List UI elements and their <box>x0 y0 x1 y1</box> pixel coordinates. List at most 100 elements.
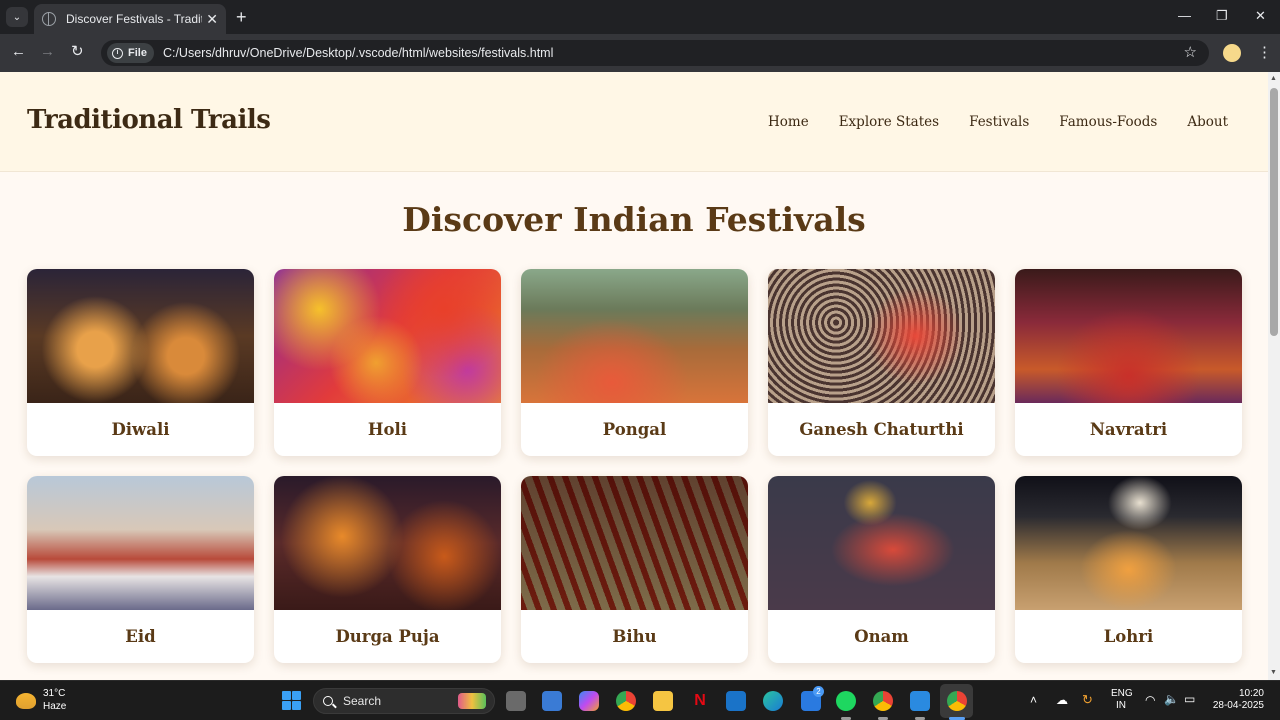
festival-image-lohri <box>1015 476 1242 610</box>
scrollbar-thumb[interactable] <box>1270 88 1278 336</box>
nav-famous-foods[interactable]: Famous-Foods <box>1059 114 1157 130</box>
festival-image-eid <box>27 476 254 610</box>
globe-icon <box>42 12 56 26</box>
page-title: Discover Indian Festivals <box>402 200 866 239</box>
reload-icon[interactable]: ↻ <box>71 43 84 61</box>
taskbar-search-label: Search <box>343 694 382 708</box>
spotify-icon[interactable] <box>836 691 856 711</box>
festival-name: Durga Puja <box>335 627 440 646</box>
festival-card-lohri[interactable]: Lohri <box>1015 476 1242 663</box>
copilot-icon[interactable] <box>579 691 599 711</box>
festival-name: Lohri <box>1103 627 1154 646</box>
browser-tab-bar: ⌄ Discover Festivals - Traditional Trail… <box>0 0 1280 34</box>
chevron-up-icon[interactable]: ˄ <box>1030 693 1037 707</box>
address-bar[interactable]: i File C:/Users/dhruv/OneDrive/Desktop/.… <box>101 40 1209 66</box>
back-arrow-icon[interactable]: ← <box>11 43 26 61</box>
festival-grid: Diwali Holi Pongal Ganesh Chaturthi Navr… <box>27 269 1242 663</box>
maximize-window-icon[interactable]: ❐ <box>1216 8 1228 24</box>
close-tab-icon[interactable]: ✕ <box>206 11 218 28</box>
festival-name: Pongal <box>602 420 667 439</box>
festival-image-navratri <box>1015 269 1242 403</box>
festival-image-onam <box>768 476 995 610</box>
tab-title: Discover Festivals - Traditional Trails <box>66 12 202 26</box>
festival-card-onam[interactable]: Onam <box>768 476 995 663</box>
festival-card-eid[interactable]: Eid <box>27 476 254 663</box>
festival-image-bihu <box>521 476 748 610</box>
task-view-icon[interactable] <box>506 691 526 711</box>
site-header: Traditional Trails Home Explore States F… <box>0 72 1268 172</box>
festival-image-diwali <box>27 269 254 403</box>
minimize-window-icon[interactable]: — <box>1178 8 1191 23</box>
edge-icon[interactable] <box>763 691 783 711</box>
nav-explore-states[interactable]: Explore States <box>839 114 939 130</box>
festival-card-ganesh-chaturthi[interactable]: Ganesh Chaturthi <box>768 269 995 456</box>
site-logo[interactable]: Traditional Trails <box>27 105 271 135</box>
browser-tab-active[interactable]: Discover Festivals - Traditional Trails … <box>34 4 226 34</box>
festival-name: Navratri <box>1089 420 1168 439</box>
chrome-icon[interactable] <box>947 691 967 711</box>
festival-image-pongal <box>521 269 748 403</box>
forward-arrow-icon[interactable]: → <box>40 43 55 61</box>
windows-taskbar: 31°C Haze Search N 2 ˄ ☁ ↻ ENG IN ◠ 🔈 ▭ … <box>0 680 1280 720</box>
clock[interactable]: 10:20 28-04-2025 <box>1212 688 1264 712</box>
notification-badge: 2 <box>813 686 824 697</box>
weather-temperature: 31°C <box>43 688 66 699</box>
festival-name: Ganesh Chaturthi <box>799 420 964 439</box>
festival-image-holi <box>274 269 501 403</box>
sync-icon[interactable]: ↻ <box>1082 692 1093 708</box>
language-code: ENG <box>1111 688 1133 699</box>
clock-date: 28-04-2025 <box>1212 700 1264 711</box>
festival-name: Diwali <box>111 420 170 439</box>
new-tab-button[interactable]: + <box>236 7 247 27</box>
festival-card-durga-puja[interactable]: Durga Puja <box>274 476 501 663</box>
scroll-up-icon[interactable]: ▲ <box>1270 75 1277 82</box>
festival-card-bihu[interactable]: Bihu <box>521 476 748 663</box>
main-nav: Home Explore States Festivals Famous-Foo… <box>768 114 1228 130</box>
haze-weather-icon <box>16 692 36 709</box>
vscode-icon[interactable] <box>910 691 930 711</box>
browser-toolbar: ← → ↻ i File C:/Users/dhruv/OneDrive/Des… <box>0 34 1280 72</box>
festival-card-navratri[interactable]: Navratri <box>1015 269 1242 456</box>
battery-icon[interactable]: ▭ <box>1184 692 1195 706</box>
festival-card-holi[interactable]: Holi <box>274 269 501 456</box>
festival-card-pongal[interactable]: Pongal <box>521 269 748 456</box>
search-icon <box>323 696 333 706</box>
festival-name: Holi <box>367 420 408 439</box>
cloud-icon[interactable]: ☁ <box>1056 693 1068 707</box>
chrome-icon[interactable] <box>873 691 893 711</box>
file-explorer-icon[interactable] <box>653 691 673 711</box>
browser-menu-icon[interactable]: ⋮ <box>1257 43 1272 61</box>
festival-card-diwali[interactable]: Diwali <box>27 269 254 456</box>
scroll-down-icon[interactable]: ▼ <box>1270 669 1277 676</box>
nav-home[interactable]: Home <box>768 114 809 130</box>
chrome-icon[interactable] <box>616 691 636 711</box>
clock-time: 10:20 <box>1238 688 1264 699</box>
language-indicator[interactable]: ENG IN <box>1111 688 1133 712</box>
volume-icon[interactable]: 🔈 <box>1164 692 1179 706</box>
search-highlight-icon <box>458 693 486 709</box>
wifi-icon[interactable]: ◠ <box>1145 693 1155 707</box>
netflix-icon[interactable]: N <box>690 691 710 711</box>
festival-image-durga-puja <box>274 476 501 610</box>
microsoft-store-icon[interactable] <box>542 691 562 711</box>
festival-name: Eid <box>125 627 156 646</box>
tab-search-menu-button[interactable]: ⌄ <box>6 7 28 27</box>
taskbar-search-box[interactable]: Search <box>313 688 495 714</box>
nav-festivals[interactable]: Festivals <box>969 114 1029 130</box>
weather-widget[interactable]: 31°C Haze <box>16 688 66 713</box>
info-icon: i <box>112 47 123 59</box>
weather-condition: Haze <box>43 701 67 712</box>
festival-name: Onam <box>854 627 909 646</box>
outlook-icon[interactable] <box>726 691 746 711</box>
site-info-label: File <box>128 47 147 59</box>
festival-name: Bihu <box>612 627 657 646</box>
nav-about[interactable]: About <box>1187 114 1228 130</box>
page-scrollbar[interactable]: ▲ ▼ <box>1268 72 1280 680</box>
url-text[interactable]: C:/Users/dhruv/OneDrive/Desktop/.vscode/… <box>163 46 553 60</box>
site-info-chip[interactable]: i File <box>107 43 154 63</box>
windows-start-icon[interactable] <box>282 691 301 710</box>
close-window-icon[interactable]: ✕ <box>1255 8 1266 24</box>
bookmark-star-icon[interactable]: ☆ <box>1184 43 1197 61</box>
profile-avatar[interactable] <box>1223 44 1241 62</box>
page-viewport: Traditional Trails Home Explore States F… <box>0 72 1268 680</box>
